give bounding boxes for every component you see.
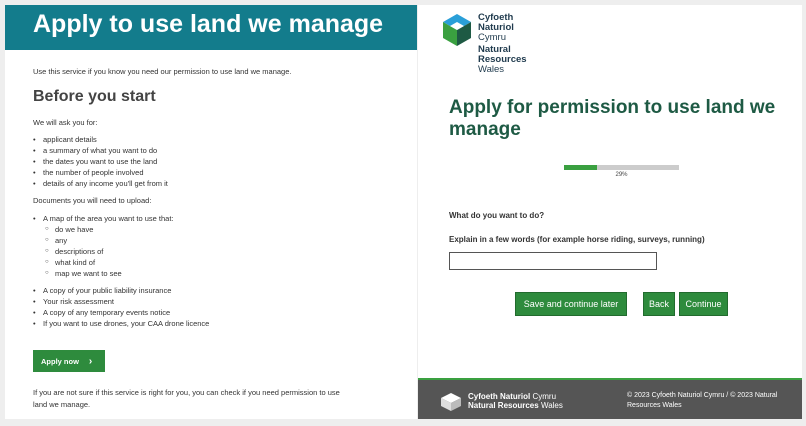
continue-button[interactable]: Continue	[679, 292, 728, 316]
ask-list: applicant details a summary of what you …	[33, 134, 168, 189]
save-and-continue-later-button[interactable]: Save and continue later	[515, 292, 627, 316]
chevron-right-icon: ›	[88, 355, 93, 367]
left-panel: Apply to use land we manage Use this ser…	[5, 5, 417, 419]
list-item: descriptions of	[45, 246, 122, 257]
list-item: If you want to use drones, your CAA dron…	[33, 318, 209, 329]
list-item: A copy of your public liability insuranc…	[33, 285, 209, 296]
answer-label: Explain in a few words (for example hors…	[449, 235, 705, 244]
list-item: the number of people involved	[33, 167, 168, 178]
footer-brand-text: Wales	[540, 401, 563, 410]
nrw-footer-logo-icon	[441, 393, 461, 411]
logo-line: Cymru	[478, 32, 506, 43]
section-heading: Before you start	[33, 88, 156, 105]
footer-brand-text: Natural Resources	[468, 401, 539, 410]
ask-intro: We will ask you for:	[33, 118, 98, 127]
list-item: applicant details	[33, 134, 168, 145]
list-item: A map of the area you want to use that:	[33, 213, 174, 224]
page-banner: Apply to use land we manage	[5, 5, 417, 50]
back-button[interactable]: Back	[643, 292, 675, 316]
footer-brand-text: Cymru	[532, 392, 557, 401]
list-item: the dates you want to use the land	[33, 156, 168, 167]
copyright-text: © 2023 Cyfoeth Naturiol Cymru / © 2023 N…	[627, 392, 778, 409]
docs-intro: Documents you will need to upload:	[33, 196, 152, 205]
footer-note: If you are not sure if this service is r…	[33, 388, 340, 409]
right-panel: Cyfoeth Naturiol Cymru Natural Resources…	[418, 5, 802, 419]
intro-text: Use this service if you know you need ou…	[33, 67, 292, 76]
nrw-logo-icon	[443, 14, 471, 46]
logo-line: Wales	[478, 64, 505, 75]
list-item: A copy of any temporary events notice	[33, 307, 209, 318]
list-item: details of any income you'll get from it	[33, 178, 168, 189]
progress-fill	[564, 165, 598, 170]
footer-brand-text: Cyfoeth Naturiol	[468, 392, 531, 401]
apply-now-button[interactable]: Apply now ›	[33, 350, 105, 372]
list-item: a summary of what you want to do	[33, 145, 168, 156]
answer-input[interactable]	[449, 252, 657, 270]
progress-label: 29%	[615, 172, 628, 178]
list-item: Your risk assessment	[33, 296, 209, 307]
list-item: any	[45, 235, 122, 246]
list-item: what kind of	[45, 257, 122, 268]
docs-list: A copy of your public liability insuranc…	[33, 285, 209, 329]
page-title: Apply for permission to use land we mana…	[449, 97, 776, 140]
list-item: map we want to see	[45, 268, 122, 279]
logo-text: Cyfoeth Naturiol Cymru Natural Resources…	[478, 13, 527, 75]
footer-brand: Cyfoeth Naturiol Cymru Natural Resources…	[468, 392, 563, 410]
banner-title: Apply to use land we manage	[33, 10, 384, 38]
map-list: A map of the area you want to use that:	[33, 213, 174, 224]
list-item: do we have	[45, 224, 122, 235]
site-footer: Cyfoeth Naturiol Cymru Natural Resources…	[418, 378, 802, 419]
apply-now-label: Apply now	[41, 356, 79, 366]
question-label: What do you want to do?	[449, 211, 545, 220]
progress-bar	[564, 165, 679, 170]
nrw-logo[interactable]: Cyfoeth Naturiol Cymru Natural Resources…	[440, 13, 550, 83]
map-sublist: do we have any descriptions of what kind…	[45, 224, 122, 279]
